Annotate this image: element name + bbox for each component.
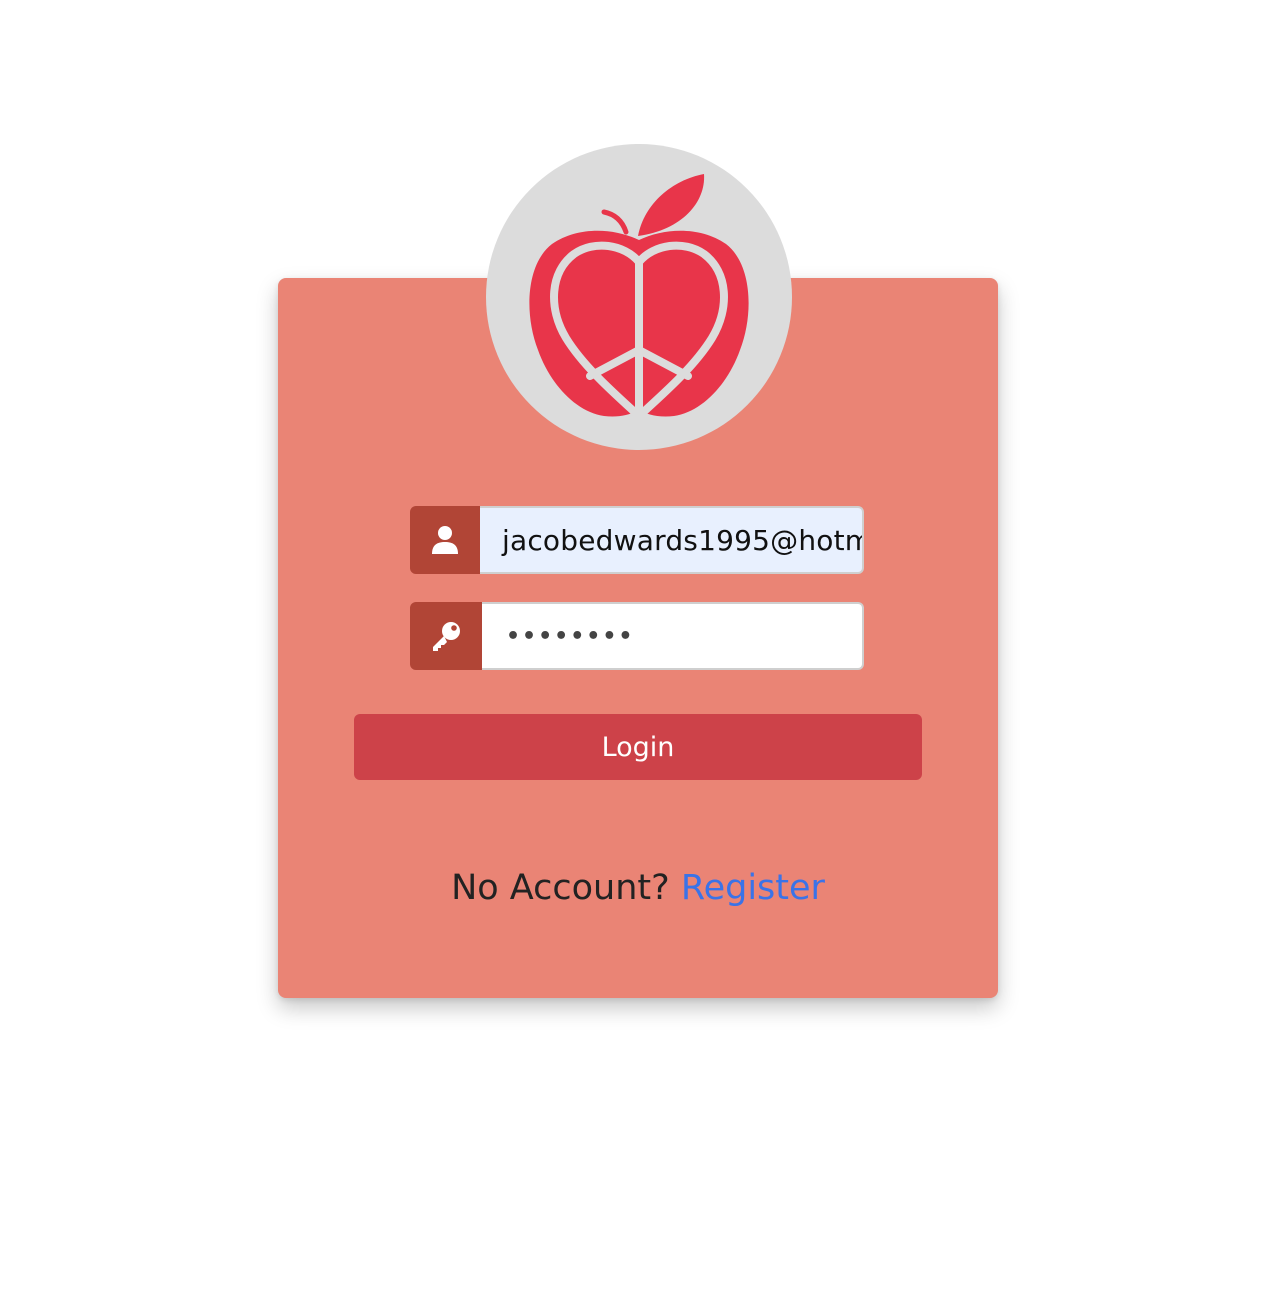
email-input[interactable]: jacobedwards1995@hotm bbox=[480, 506, 864, 574]
login-page: jacobedwards1995@hotm •••••••• Login No … bbox=[0, 0, 1278, 1292]
key-icon bbox=[433, 622, 460, 651]
password-addon bbox=[410, 602, 482, 670]
register-link[interactable]: Register bbox=[681, 868, 825, 908]
login-button[interactable]: Login bbox=[354, 714, 922, 780]
email-addon bbox=[410, 506, 480, 574]
logo-badge bbox=[486, 144, 792, 450]
password-input[interactable]: •••••••• bbox=[482, 602, 864, 670]
register-prompt: No Account? Register bbox=[278, 868, 998, 908]
no-account-text: No Account? bbox=[451, 868, 670, 908]
user-icon bbox=[432, 526, 458, 554]
email-field-group: jacobedwards1995@hotm bbox=[410, 506, 864, 574]
password-field-group: •••••••• bbox=[410, 602, 864, 670]
apple-peace-heart-logo-icon bbox=[529, 174, 749, 420]
